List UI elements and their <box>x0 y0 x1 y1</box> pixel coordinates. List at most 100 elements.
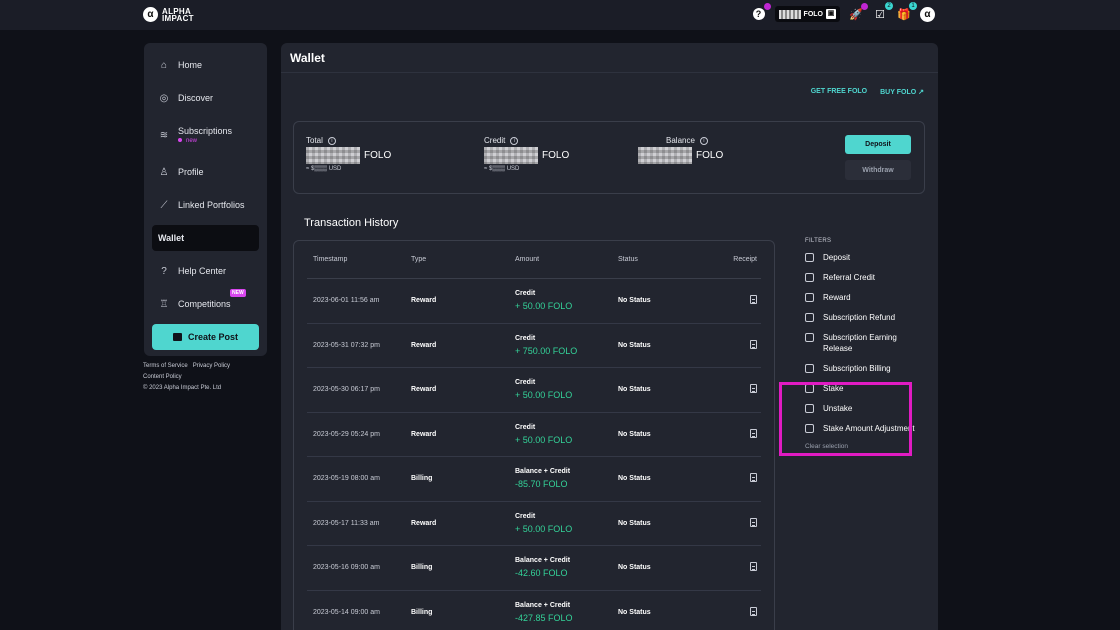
receipt-icon[interactable] <box>750 473 757 483</box>
receipt-cell <box>720 339 761 351</box>
sidebar-item-label: Profile <box>178 167 204 177</box>
credit-unit: FOLO <box>542 150 570 161</box>
receipt-icon[interactable] <box>750 606 757 616</box>
filter-option[interactable]: Subscription Billing <box>805 363 915 374</box>
sidebar-item-label: Linked Portfolios <box>178 200 245 210</box>
table-row: 2023-05-29 05:24 pm Reward Credit + 50.00 F… <box>307 413 761 457</box>
question-icon: ? <box>752 8 765 20</box>
amount-value: + 50.00 FOLO <box>515 523 573 534</box>
tasks-button[interactable]: ☑ 2 <box>872 2 893 22</box>
amount-source: Credit <box>515 379 536 387</box>
amount-source: Balance + Credit <box>515 557 571 565</box>
terms-link[interactable]: Terms of Service <box>143 363 188 369</box>
receipt-icon[interactable] <box>750 339 757 349</box>
amount-source: Credit <box>515 290 536 298</box>
receipt-cell <box>720 517 761 529</box>
type-cell: Reward <box>411 386 437 394</box>
col-timestamp[interactable]: Timestamp <box>307 256 411 263</box>
sidebar-item-wallet[interactable]: Wallet <box>152 225 259 251</box>
timestamp-cell: 2023-05-14 09:00 am <box>313 608 380 616</box>
sidebar-item-subscriptions[interactable]: ≋ Subscriptions new <box>152 118 259 152</box>
wifi-icon: ≋ <box>159 129 169 141</box>
usd-prefix: ≈ $ <box>306 166 315 172</box>
filter-option[interactable]: Subscription Earning Release <box>805 332 915 354</box>
amount-source: Balance + Credit <box>515 601 571 609</box>
receipt-cell <box>720 384 761 395</box>
filter-option[interactable]: Deposit <box>805 252 915 263</box>
sidebar-item-discover[interactable]: ◎ Discover <box>152 85 259 111</box>
col-type[interactable]: Type <box>411 256 515 263</box>
info-icon[interactable]: i <box>327 136 336 145</box>
status-cell: No Status <box>618 341 651 349</box>
amount-source: Credit <box>515 512 536 520</box>
copyright: © 2023 Alpha Impact Pte. Ltd <box>143 385 222 391</box>
sidebar-item-help-center[interactable]: ? Help Center <box>152 258 259 284</box>
amount-cell: Balance + Credit -42.60 FOLO <box>515 557 618 578</box>
logo-icon: α <box>143 7 158 22</box>
sidebar-item-label: Wallet <box>158 233 185 243</box>
transaction-table: Timestamp Type Amount Status Receipt 202… <box>293 240 775 630</box>
receipt-icon[interactable] <box>750 562 757 572</box>
receipt-icon[interactable] <box>750 295 757 305</box>
withdraw-button[interactable]: Withdraw <box>845 160 911 180</box>
status-cell: No Status <box>618 297 651 305</box>
receipt-icon[interactable] <box>750 384 757 394</box>
sidebar-item-competitions[interactable]: ♖ Competitions NEW <box>152 289 259 317</box>
info-icon[interactable]: i <box>699 136 708 145</box>
get-free-folo-link[interactable]: GET FREE FOLO <box>811 88 867 96</box>
amount-value: -42.60 FOLO <box>515 568 568 579</box>
sidebar-item-home[interactable]: ⌂ Home <box>152 52 259 78</box>
timestamp-cell: 2023-05-17 11:33 am <box>313 519 380 527</box>
gifts-button[interactable]: 🎁 1 <box>896 2 917 22</box>
checkbox[interactable] <box>805 273 814 282</box>
credit-summary: Credit i FOLO ≈ $▒▒▒ USD <box>484 136 569 172</box>
sidebar-item-profile[interactable]: ♙ Profile <box>152 159 259 185</box>
table-row: 2023-05-14 09:00 am Billing Balance + Cred… <box>307 591 761 630</box>
amount-cell: Credit + 750.00 FOLO <box>515 335 618 356</box>
sidebar-item-linked-portfolios[interactable]: ⟋ Linked Portfolios <box>152 192 259 218</box>
receipt-icon[interactable] <box>750 517 757 527</box>
wallet-links: GET FREE FOLO BUY FOLO ↗ <box>811 88 924 96</box>
amount-cell: Credit + 50.00 FOLO <box>515 379 618 400</box>
gifts-badge: 1 <box>909 2 917 10</box>
deposit-button[interactable]: Deposit <box>845 135 911 154</box>
table-row: 2023-05-19 08:00 am Billing Balance + Cred… <box>307 457 761 502</box>
top-bar: α ALPHA IMPACT ? FOLO ▣ 🚀 ☑ 2 🎁 1 α <box>0 0 1120 30</box>
credit-value-row: FOLO <box>484 147 569 164</box>
sidebar: ⌂ Home ◎ Discover ≋ Subscriptions new ♙ … <box>144 43 267 356</box>
type-cell: Reward <box>411 297 437 305</box>
create-post-button[interactable]: Create Post <box>152 324 259 350</box>
folo-balance-pill[interactable]: FOLO ▣ <box>774 6 840 22</box>
filter-option[interactable]: Referral Credit <box>805 272 915 283</box>
col-status[interactable]: Status <box>618 256 720 263</box>
amount-cell: Balance + Credit -427.85 FOLO <box>515 602 618 623</box>
receipt-icon[interactable] <box>750 428 757 438</box>
info-icon[interactable]: i <box>510 136 519 145</box>
avatar[interactable]: α <box>920 6 935 22</box>
home-icon: ⌂ <box>160 59 168 71</box>
filter-label: Referral Credit <box>823 273 876 282</box>
timestamp-cell: 2023-05-19 08:00 am <box>313 475 380 483</box>
footer-links: Terms of Service Privacy Policy Content P… <box>143 361 273 394</box>
buy-folo-link[interactable]: BUY FOLO ↗ <box>880 88 924 96</box>
logo[interactable]: α ALPHA IMPACT <box>143 7 202 22</box>
filter-option[interactable]: Subscription Refund <box>805 312 915 323</box>
checkbox[interactable] <box>805 313 814 322</box>
privacy-link[interactable]: Privacy Policy <box>193 363 230 369</box>
credit-label-row: Credit i <box>484 136 569 145</box>
content-policy-link[interactable]: Content Policy <box>143 374 182 380</box>
checkbox[interactable] <box>805 364 814 373</box>
filter-option[interactable]: Reward <box>805 292 915 303</box>
help-button[interactable]: ? <box>751 3 771 22</box>
receipt-cell <box>720 428 761 440</box>
amount-cell: Credit + 50.00 FOLO <box>515 513 618 534</box>
status-cell: No Status <box>618 608 651 616</box>
col-amount[interactable]: Amount <box>515 256 618 263</box>
status-cell: No Status <box>618 475 651 483</box>
col-receipt: Receipt <box>733 256 757 263</box>
checkbox[interactable] <box>805 333 814 342</box>
amount-cell: Credit + 50.00 FOLO <box>515 290 618 311</box>
checkbox[interactable] <box>805 253 814 262</box>
rocket-button[interactable]: 🚀 <box>848 3 868 22</box>
checkbox[interactable] <box>805 293 814 302</box>
